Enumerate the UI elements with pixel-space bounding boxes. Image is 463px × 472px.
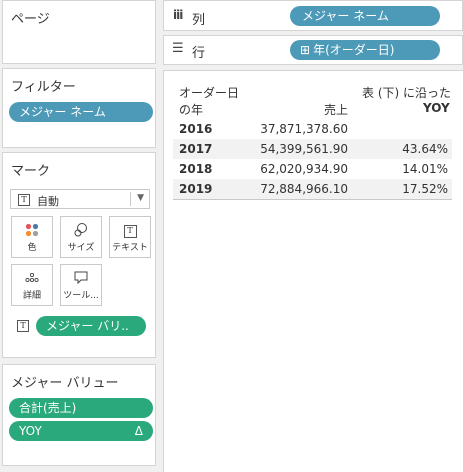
plus-square-icon: ⊞ (300, 43, 311, 57)
columns-icon: iii (173, 8, 183, 22)
row-year-2018: 2018 (179, 162, 213, 176)
table-bottom-border (173, 199, 452, 200)
row-yoy-2019: 17.52% (402, 182, 448, 196)
row-sales-2017: 54,399,561.90 (260, 142, 348, 156)
tooltip-label: ツール... (63, 291, 99, 301)
tooltip-icon (61, 270, 101, 286)
rows-shelf: ☰ 行 ⊞ 年(オーダー日) (163, 35, 463, 65)
text-mark-icon: T (18, 194, 30, 206)
marks-title: マーク (11, 164, 51, 179)
color-button[interactable]: 色 (11, 216, 53, 258)
text-icon: T (123, 225, 137, 238)
row-year-2019: 2019 (179, 182, 213, 196)
chevron-down-icon: ▼ (137, 193, 144, 203)
measure-pill-yoy-label: YOY (19, 424, 42, 438)
size-icon (61, 222, 101, 238)
size-button[interactable]: サイズ (60, 216, 102, 258)
color-dots-icon (12, 222, 52, 238)
measure-pill-sum-sales-label: 合計(売上) (19, 401, 77, 415)
measure-values-card: メジャー バリュー 合計(売上) YOY Δ (2, 364, 156, 466)
detail-dots-icon (12, 270, 52, 286)
field-text-icon: T (17, 320, 29, 332)
row-year-2016: 2016 (179, 122, 213, 136)
pages-title: ページ (11, 12, 50, 27)
columns-label: 列 (192, 13, 206, 28)
mark-type-value: 自動 (37, 195, 59, 208)
header-year-of: の年 (179, 103, 204, 117)
text-label: テキスト (112, 243, 148, 253)
columns-pill-measure-names[interactable]: メジャー ネーム (290, 6, 440, 26)
row-yoy-2017: 43.64% (402, 142, 448, 156)
pages-card: ページ (2, 0, 156, 64)
row-year-2017: 2017 (179, 142, 213, 156)
mark-type-dropdown[interactable]: T 自動 ▼ (10, 189, 150, 209)
dropdown-divider (130, 192, 131, 206)
filters-card: フィルター メジャー ネーム (2, 68, 156, 148)
size-label: サイズ (67, 243, 95, 253)
color-label: 色 (27, 243, 37, 253)
marks-field-pill[interactable]: メジャー バリ.. (36, 316, 146, 336)
measure-values-title: メジャー バリュー (11, 376, 119, 391)
filter-pill-measure-names[interactable]: メジャー ネーム (9, 102, 153, 122)
row-sales-2019: 72,884,966.10 (260, 182, 348, 196)
header-sales: 売上 (324, 103, 349, 117)
header-yoy: YOY (423, 101, 450, 115)
columns-shelf: iii 列 メジャー ネーム (163, 0, 463, 31)
tooltip-button[interactable]: ツール... (60, 264, 102, 306)
filters-title: フィルター (11, 80, 76, 95)
row-yoy-2018: 14.01% (402, 162, 448, 176)
detail-button[interactable]: 詳細 (11, 264, 53, 306)
rows-pill-year-order-date[interactable]: ⊞ 年(オーダー日) (290, 40, 440, 60)
rows-label: 行 (192, 46, 206, 61)
text-button[interactable]: T テキスト (109, 216, 151, 258)
row-sales-2016: 37,871,378.60 (260, 122, 348, 136)
row-sales-2018: 62,020,934.90 (260, 162, 348, 176)
measure-pill-sum-sales[interactable]: 合計(売上) (9, 398, 153, 418)
measure-pill-yoy[interactable]: YOY Δ (9, 421, 153, 441)
delta-icon: Δ (134, 424, 143, 438)
rows-icon: ☰ (172, 41, 184, 56)
rows-pill-label: 年(オーダー日) (313, 43, 395, 57)
header-along-table: 表 (下) に沿った (362, 86, 451, 100)
header-order-date: オーダー日 (179, 86, 240, 100)
detail-label: 詳細 (22, 291, 41, 301)
marks-card: マーク T 自動 ▼ 色 サイズ T テキスト 詳細 ツール... T メジャー… (2, 152, 156, 358)
